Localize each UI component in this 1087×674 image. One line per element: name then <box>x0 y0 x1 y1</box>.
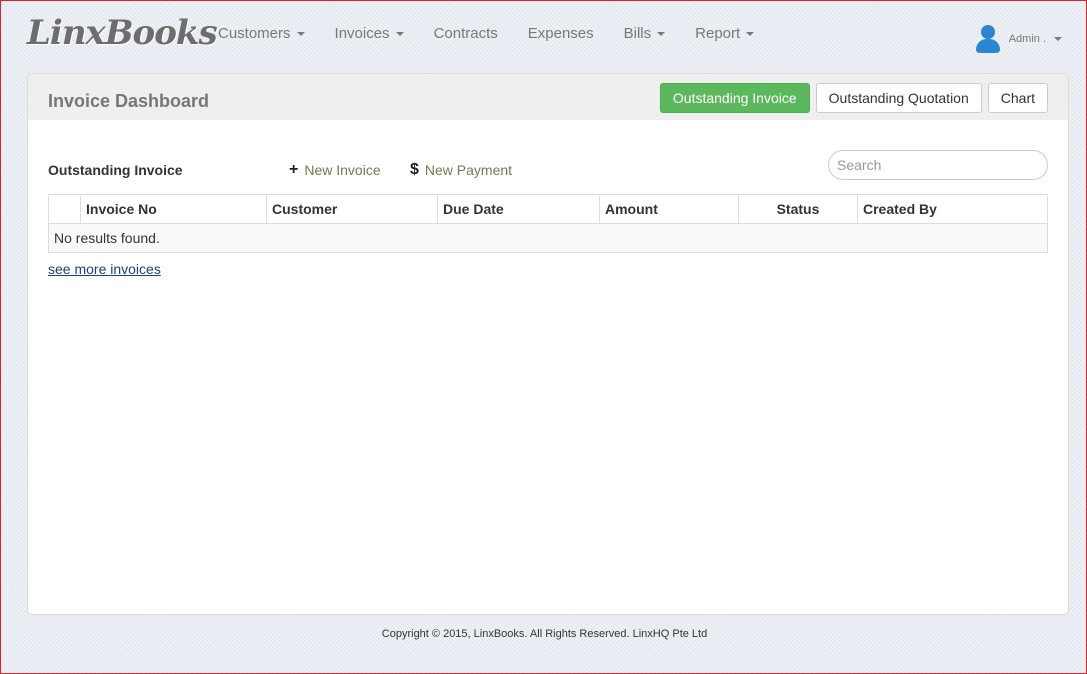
column-header-invoice-no[interactable]: Invoice No <box>80 194 267 224</box>
table-header-row: Invoice No Customer Due Date Amount Stat… <box>48 194 1048 224</box>
outstanding-invoice-button[interactable]: Outstanding Invoice <box>659 83 810 113</box>
search-input[interactable] <box>828 150 1048 180</box>
caret-down-icon <box>1054 37 1062 41</box>
nav-contracts-label: Contracts <box>433 25 498 42</box>
column-header-customer[interactable]: Customer <box>266 194 438 224</box>
nav-contracts[interactable]: Contracts <box>419 25 513 42</box>
invoice-toolbar: Outstanding Invoice + New Invoice $ New … <box>48 150 1048 180</box>
column-header-status[interactable]: Status <box>738 194 858 224</box>
panel-header: Invoice Dashboard Outstanding Invoice Ou… <box>28 74 1068 120</box>
main-nav: Customers Invoices Contracts Expenses Bi… <box>203 25 769 42</box>
see-more-invoices-link[interactable]: see more invoices <box>48 261 161 277</box>
column-header-created-by[interactable]: Created By <box>857 194 1048 224</box>
nav-report-label: Report <box>695 25 741 42</box>
user-menu[interactable]: Admin . <box>975 25 1062 53</box>
brand-logo[interactable]: LinxBooks <box>27 13 218 53</box>
nav-bills-label: Bills <box>623 25 652 42</box>
dollar-icon: $ <box>410 161 419 178</box>
plus-icon: + <box>289 161 299 178</box>
caret-down-icon <box>395 31 404 36</box>
nav-customers-label: Customers <box>218 25 291 42</box>
nav-invoices[interactable]: Invoices <box>320 25 419 42</box>
page-title: Invoice Dashboard <box>48 91 210 111</box>
column-header-select[interactable] <box>48 194 81 224</box>
new-invoice-link[interactable]: + New Invoice <box>289 161 381 179</box>
section-title: Outstanding Invoice <box>48 162 183 178</box>
nav-report[interactable]: Report <box>680 25 769 42</box>
footer-copyright: Copyright © 2015, LinxBooks. All Rights … <box>381 628 708 640</box>
new-payment-link[interactable]: $ New Payment <box>410 161 512 179</box>
caret-down-icon <box>746 31 755 36</box>
nav-bills[interactable]: Bills <box>609 25 681 42</box>
caret-down-icon <box>296 31 305 36</box>
navbar: LinxBooks Customers Invoices Contracts E… <box>1 1 1086 67</box>
user-name: Admin . <box>1008 33 1046 45</box>
dashboard-tabs: Outstanding Invoice Outstanding Quotatio… <box>659 83 1048 113</box>
new-invoice-label: New Invoice <box>304 162 381 178</box>
invoice-dashboard-panel: Invoice Dashboard Outstanding Invoice Ou… <box>27 73 1069 615</box>
chart-button[interactable]: Chart <box>987 83 1048 113</box>
invoice-table: Invoice No Customer Due Date Amount Stat… <box>48 194 1048 253</box>
new-payment-label: New Payment <box>424 162 513 178</box>
column-header-due-date[interactable]: Due Date <box>437 194 600 224</box>
nav-customers[interactable]: Customers <box>203 25 320 42</box>
table-row: No results found. <box>48 223 1048 253</box>
caret-down-icon <box>657 31 666 36</box>
outstanding-quotation-button[interactable]: Outstanding Quotation <box>815 83 982 113</box>
nav-expenses-label: Expenses <box>527 25 594 42</box>
nav-invoices-label: Invoices <box>334 25 390 42</box>
column-header-amount[interactable]: Amount <box>599 194 739 224</box>
empty-message: No results found. <box>48 223 1048 253</box>
nav-expenses[interactable]: Expenses <box>513 25 609 42</box>
user-avatar-icon <box>975 25 1001 53</box>
